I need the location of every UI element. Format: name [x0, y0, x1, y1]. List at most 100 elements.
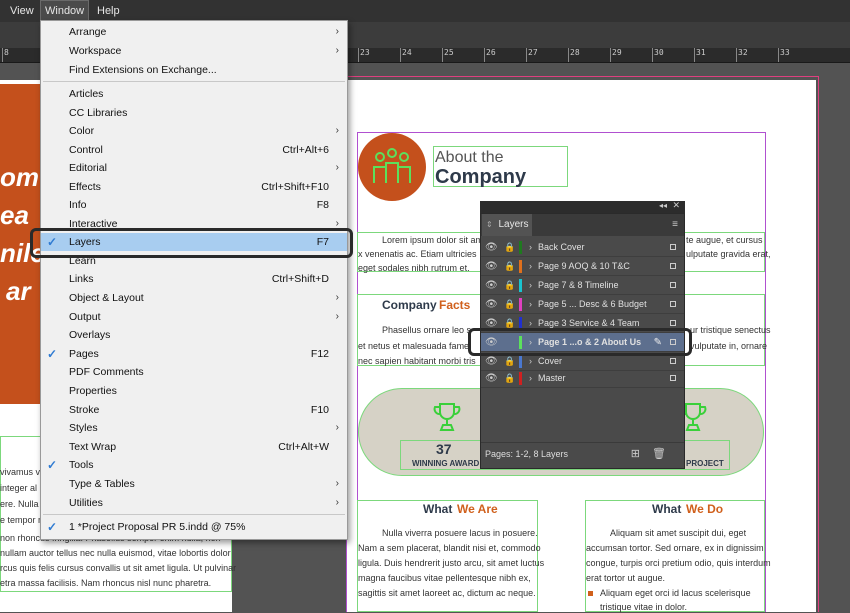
- body-text: et netus et malesuada fame: [358, 341, 470, 351]
- menu-item-info[interactable]: Info F8: [41, 196, 347, 214]
- chevron-right-icon[interactable]: ›: [529, 295, 532, 314]
- menu-separator: [43, 81, 345, 82]
- ruler-tick: 28: [568, 48, 580, 62]
- lock-icon[interactable]: 🔒: [504, 238, 515, 257]
- chevron-right-icon: ›: [335, 422, 339, 433]
- chevron-right-icon[interactable]: ›: [529, 238, 532, 257]
- layer-target-box[interactable]: [670, 375, 676, 381]
- menu-item-output[interactable]: Output ›: [41, 308, 347, 326]
- layer-name: Page 5 ... Desc & 6 Budget: [538, 299, 647, 309]
- trash-icon[interactable]: 🗑: [652, 443, 666, 465]
- menu-item-open-document[interactable]: ✓ 1 *Project Proposal PR 5.indd @ 75%: [41, 518, 347, 536]
- checkmark-icon: ✓: [47, 458, 58, 472]
- menu-item-type-tables[interactable]: Type & Tables ›: [41, 475, 347, 493]
- body-text: ere. Nulla: [0, 499, 39, 509]
- menu-separator: [43, 514, 345, 515]
- close-icon[interactable]: ✕: [672, 200, 680, 211]
- menu-item-editorial[interactable]: Editorial ›: [41, 159, 347, 177]
- cover-heading-text: om: [0, 162, 39, 192]
- panel-menu-icon[interactable]: ≡: [672, 219, 678, 230]
- body-text: nullam auctor tellus nec nulla euismod, …: [0, 548, 231, 558]
- body-text: x venenatis ac. Etiam ultricies: [358, 249, 477, 259]
- company-heading: Company: [435, 166, 527, 188]
- layer-row-page9[interactable]: 👁 🔒 › Page 9 AOQ & 10 T&C: [481, 257, 684, 276]
- eye-icon[interactable]: 👁: [485, 238, 498, 257]
- tab-layers[interactable]: ⇕ Layers: [482, 214, 532, 236]
- chevron-right-icon[interactable]: ›: [529, 369, 532, 388]
- menu-help[interactable]: Help: [97, 0, 120, 22]
- award-number: 37: [436, 441, 452, 457]
- menu-item-effects[interactable]: Effects Ctrl+Shift+F10: [41, 178, 347, 196]
- ruler-tick: 32: [736, 48, 748, 62]
- layer-row-page7[interactable]: 👁 🔒 › Page 7 & 8 Timeline: [481, 276, 684, 295]
- body-text: tristique vitae in dolor.: [600, 602, 688, 612]
- menu-item-styles[interactable]: Styles ›: [41, 419, 347, 437]
- lock-icon[interactable]: 🔒: [504, 369, 515, 388]
- menu-item-text-wrap[interactable]: Text Wrap Ctrl+Alt+W: [41, 438, 347, 456]
- company-logo[interactable]: [358, 133, 426, 201]
- menu-item-workspace[interactable]: Workspace ›: [41, 42, 347, 60]
- lock-icon[interactable]: 🔒: [504, 257, 515, 276]
- checkmark-icon: ✓: [47, 520, 58, 534]
- menu-item-stroke[interactable]: Stroke F10: [41, 401, 347, 419]
- layer-row-back-cover[interactable]: 👁 🔒 › Back Cover: [481, 238, 684, 257]
- layer-row-page5[interactable]: 👁 🔒 › Page 5 ... Desc & 6 Budget: [481, 295, 684, 314]
- layer-color-swatch: [519, 279, 522, 292]
- collapse-icon[interactable]: ◂◂: [659, 201, 667, 210]
- menu-item-arrange[interactable]: Arrange ›: [41, 23, 347, 41]
- body-text: Nulla viverra posuere lacus in posuere.: [382, 528, 538, 538]
- eye-icon[interactable]: 👁: [485, 295, 498, 314]
- menu-item-properties[interactable]: Properties: [41, 382, 347, 400]
- layer-color-swatch: [519, 355, 522, 368]
- layer-target-box[interactable]: [670, 282, 676, 288]
- lock-icon[interactable]: 🔒: [504, 276, 515, 295]
- cover-heading-text: ar: [6, 276, 31, 306]
- chevron-right-icon[interactable]: ›: [529, 257, 532, 276]
- body-text: sagittis sit amet laoreet ac, dictum ac …: [358, 588, 536, 598]
- eye-icon[interactable]: 👁: [485, 257, 498, 276]
- body-text: ulputate gravida erat,: [686, 249, 771, 259]
- bleed-guide: [346, 76, 818, 77]
- body-text: congue, turpis orci pretium odio, quis i…: [586, 558, 771, 568]
- new-layer-icon[interactable]: ⊞: [631, 443, 640, 465]
- body-text: vulputate in, ornare: [690, 341, 768, 351]
- menu-item-tools[interactable]: ✓ Tools: [41, 456, 347, 474]
- layer-color-swatch: [519, 260, 522, 273]
- layer-target-box[interactable]: [670, 358, 676, 364]
- menu-item-cc-libraries[interactable]: CC Libraries: [41, 104, 347, 122]
- chevron-right-icon: ›: [335, 162, 339, 173]
- layer-row-master[interactable]: 👁 🔒 › Master: [481, 369, 684, 388]
- menu-item-color[interactable]: Color ›: [41, 122, 347, 140]
- menu-item-utilities[interactable]: Utilities ›: [41, 494, 347, 512]
- eye-icon[interactable]: 👁: [485, 369, 498, 388]
- ruler-tick: 8: [2, 48, 9, 62]
- eye-icon[interactable]: 👁: [485, 276, 498, 295]
- layer-target-box[interactable]: [670, 320, 676, 326]
- menu-window[interactable]: Window: [40, 0, 90, 22]
- ruler-tick: 27: [526, 48, 538, 62]
- menu-item-articles[interactable]: Articles: [41, 85, 347, 103]
- chevron-right-icon: ›: [335, 45, 339, 56]
- chevron-right-icon: ›: [335, 125, 339, 136]
- menu-item-object-layout[interactable]: Object & Layout ›: [41, 289, 347, 307]
- team-icon: [373, 148, 411, 183]
- body-text: rcus quis felis cursus convallis ut sit …: [0, 563, 237, 573]
- lock-icon[interactable]: 🔒: [504, 295, 515, 314]
- body-text: Aliquam sit amet suscipit dui, eget: [610, 528, 747, 538]
- layer-target-box[interactable]: [670, 301, 676, 307]
- menu-item-pdf-comments[interactable]: PDF Comments: [41, 363, 347, 381]
- body-text: Phasellus ornare leo s: [382, 325, 472, 335]
- project-label: PROJECT: [686, 459, 724, 468]
- menu-item-links[interactable]: Links Ctrl+Shift+D: [41, 270, 347, 288]
- layer-target-box[interactable]: [670, 263, 676, 269]
- menu-item-find-extensions[interactable]: Find Extensions on Exchange...: [41, 61, 347, 79]
- chevron-right-icon[interactable]: ›: [529, 276, 532, 295]
- layer-target-box[interactable]: [670, 244, 676, 250]
- window-menu: Arrange › Workspace › Find Extensions on E…: [40, 20, 348, 540]
- menu-view[interactable]: View: [10, 0, 34, 22]
- section-heading-accent: We Are: [457, 502, 498, 516]
- menu-item-overlays[interactable]: Overlays: [41, 326, 347, 344]
- menu-item-pages[interactable]: ✓ Pages F12: [41, 345, 347, 363]
- chevron-right-icon: ›: [335, 478, 339, 489]
- menu-item-control[interactable]: Control Ctrl+Alt+6: [41, 141, 347, 159]
